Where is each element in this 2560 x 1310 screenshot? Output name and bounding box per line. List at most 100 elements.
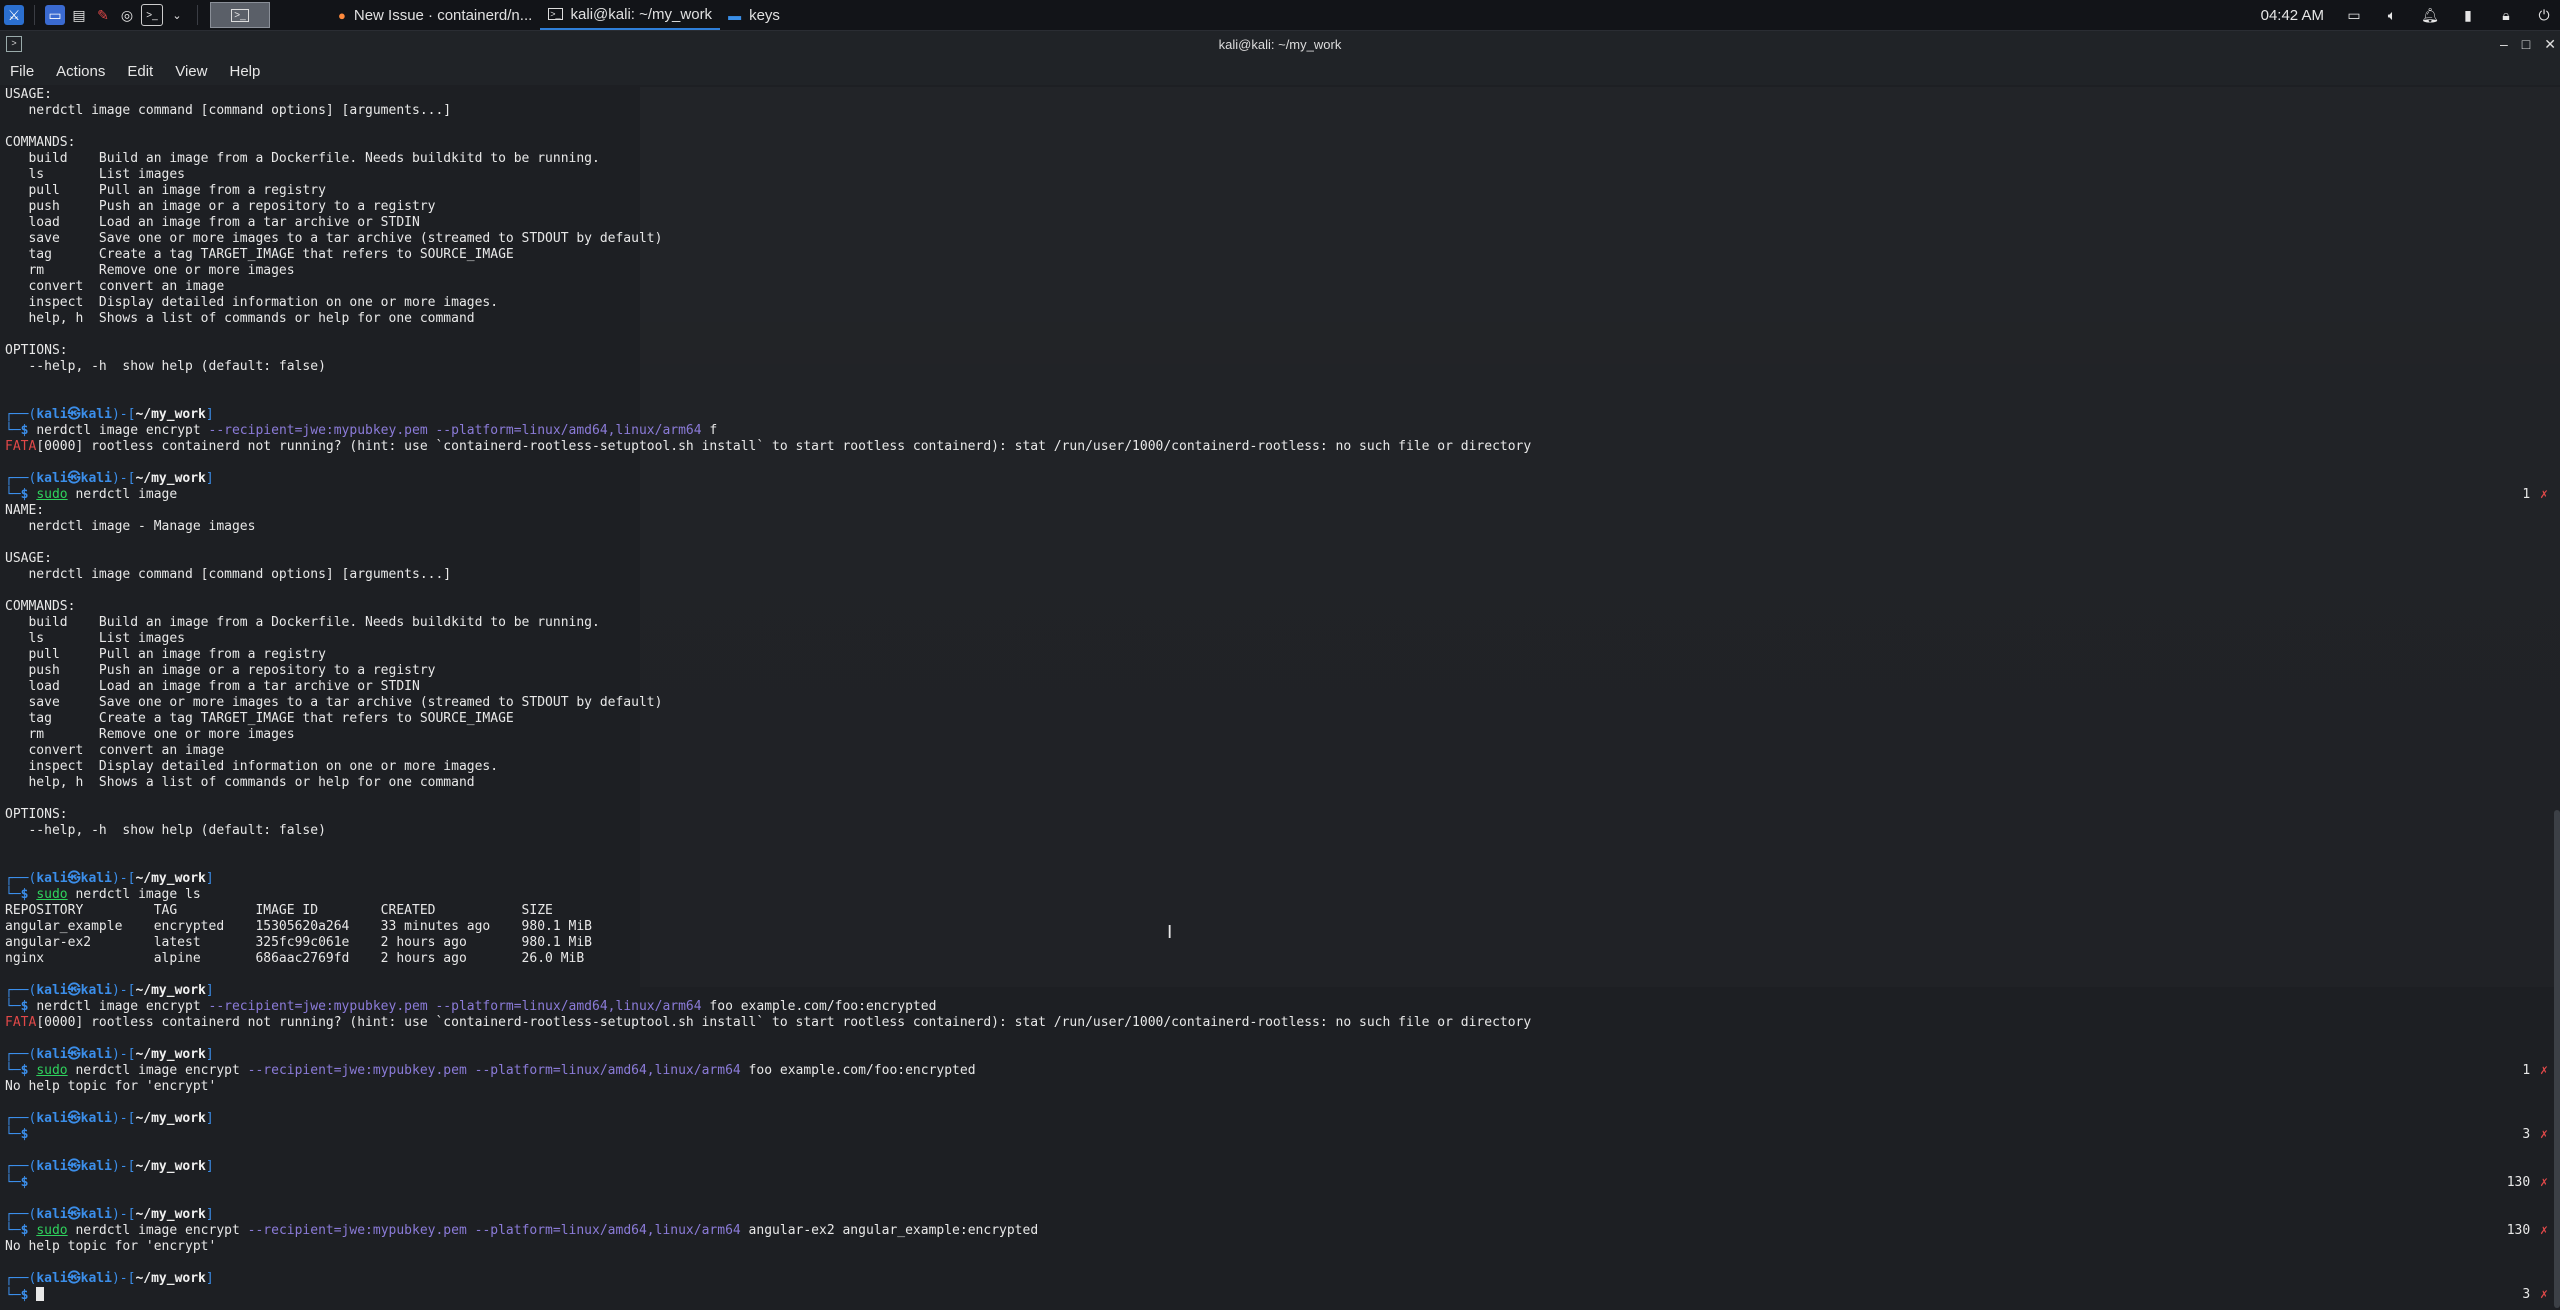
error-x-icon: ✗ (2540, 487, 2548, 502)
output-text: load Load an image from a tar archive or… (5, 679, 420, 694)
output-line: rm Remove one or more images (0, 263, 2548, 279)
prompt-bracket: ┌──( (5, 407, 37, 422)
terminal-icon[interactable]: >_ (141, 4, 163, 26)
menu-view[interactable]: View (164, 63, 218, 80)
terminal-output[interactable]: USAGE: nerdctl image command [command op… (0, 87, 2548, 1310)
lock-icon[interactable]: 🔒︎ (2498, 7, 2514, 23)
exit-code: 130 ✗ (2507, 1175, 2548, 1191)
scrollbar[interactable] (2554, 810, 2560, 1308)
task-firefox[interactable]: ● New Issue · containerd/n... (330, 0, 540, 30)
menu-help[interactable]: Help (218, 63, 271, 80)
clock[interactable]: 04:42 AM (2261, 7, 2324, 24)
prompt-dir: ~/my_work (135, 1207, 206, 1222)
task-keys[interactable]: ▬ keys (720, 0, 788, 30)
task-terminal[interactable]: >_ kali@kali: ~/my_work (540, 0, 721, 30)
output-text: convert convert an image (5, 279, 225, 294)
sudo-keyword: sudo (36, 1063, 68, 1078)
firefox-icon[interactable]: ◎ (117, 5, 137, 25)
text-editor-icon[interactable]: ✎ (93, 5, 113, 25)
volume-icon[interactable]: 🔈︎ (2384, 7, 2400, 23)
panel-separator (34, 5, 35, 25)
output-line: No help topic for 'encrypt' (0, 1239, 2548, 1255)
file-manager-icon[interactable]: ▤ (69, 5, 89, 25)
chevron-down-icon[interactable]: ⌄ (167, 5, 187, 25)
output-line: tag Create a tag TARGET_IMAGE that refer… (0, 247, 2548, 263)
prompt-bracket: ┌──( (5, 1047, 37, 1062)
sudo-keyword: sudo (36, 887, 68, 902)
maximize-icon[interactable]: □ (2522, 36, 2530, 52)
output-text: inspect Display detailed information on … (5, 759, 499, 774)
prompt-bracket: )-[ (111, 1271, 136, 1286)
prompt-dollar: $ (20, 1288, 37, 1303)
desktop-icon[interactable]: ▭ (45, 5, 65, 25)
prompt-at: ㉿ (67, 1159, 81, 1174)
task-label: kali@kali: ~/my_work (570, 5, 713, 23)
prompt-corner: └─ (5, 999, 21, 1014)
output-text: save Save one or more images to a tar ar… (5, 231, 663, 246)
error-x-icon: ✗ (2540, 1175, 2548, 1190)
menu-edit[interactable]: Edit (116, 63, 164, 80)
prompt-bracket: ┌──( (5, 1271, 37, 1286)
prompt-host: kali (80, 471, 112, 486)
prompt-dir: ~/my_work (135, 1159, 206, 1174)
output-line: COMMANDS: (0, 599, 2548, 615)
window-controls: – □ ✕ (2500, 31, 2556, 57)
prompt-bracket: ┌──( (5, 1207, 37, 1222)
output-text: help, h Shows a list of commands or help… (5, 775, 475, 790)
output-line: --help, -h show help (default: false) (0, 359, 2548, 375)
prompt-host: kali (80, 871, 112, 886)
menu-actions[interactable]: Actions (45, 63, 116, 80)
prompt-line: ┌──(kali㉿kali)-[~/my_work] (0, 1047, 2548, 1063)
close-icon[interactable]: ✕ (2544, 36, 2556, 53)
minimize-icon[interactable]: – (2500, 36, 2508, 52)
workspace-button[interactable]: >_ (210, 2, 270, 28)
output-text: save Save one or more images to a tar ar… (5, 695, 663, 710)
prompt-bracket: ] (205, 1271, 214, 1286)
prompt-corner: └─ (5, 423, 21, 438)
exit-code: 1 ✗ (2522, 1063, 2548, 1079)
prompt-host: kali (80, 983, 112, 998)
command-options: --recipient=jwe:mypubkey.pem --platform=… (208, 999, 702, 1014)
prompt-bracket: ┌──( (5, 471, 37, 486)
output-text: nerdctl image command [command options] … (5, 103, 452, 118)
output-line: convert convert an image (0, 743, 2548, 759)
output-text: pull Pull an image from a registry (5, 647, 326, 662)
power-icon[interactable]: ⏻ (2536, 7, 2552, 23)
command-options: --recipient=jwe:mypubkey.pem --platform=… (208, 423, 702, 438)
prompt-corner: └─ (5, 487, 21, 502)
prompt-line: ┌──(kali㉿kali)-[~/my_work] (0, 471, 2548, 487)
output-text: NAME: (5, 503, 45, 518)
command-args: f (701, 423, 718, 438)
prompt-line: ┌──(kali㉿kali)-[~/my_work] (0, 407, 2548, 423)
prompt-dollar: $ (20, 887, 37, 902)
output-line: nginx alpine 686aac2769fd 2 hours ago 26… (0, 951, 2548, 967)
output-text: angular_example encrypted 15305620a264 3… (5, 919, 592, 934)
command-line: └─$ 3 ✗ (0, 1287, 2548, 1303)
display-icon[interactable]: ▭ (2346, 7, 2362, 23)
output-line: --help, -h show help (default: false) (0, 823, 2548, 839)
command-args: foo example.com/foo:encrypted (740, 1063, 976, 1078)
output-line: COMMANDS: (0, 135, 2548, 151)
output-line: help, h Shows a list of commands or help… (0, 311, 2548, 327)
output-text: nerdctl image command [command options] … (5, 567, 452, 582)
output-line: OPTIONS: (0, 343, 2548, 359)
command-line: └─$ sudo nerdctl image encrypt --recipie… (0, 1223, 2548, 1239)
notification-bell-icon[interactable]: 🔔︎ (2421, 7, 2439, 23)
prompt-bracket: ┌──( (5, 983, 37, 998)
output-text: No help topic for 'encrypt' (5, 1079, 217, 1094)
battery-icon[interactable]: ▮ (2460, 7, 2476, 23)
output-line: rm Remove one or more images (0, 727, 2548, 743)
prompt-dir: ~/my_work (135, 871, 206, 886)
output-text: OPTIONS: (5, 343, 68, 358)
prompt-dir: ~/my_work (135, 1271, 206, 1286)
output-line: nerdctl image - Manage images (0, 519, 2548, 535)
kali-menu-icon[interactable]: ⚔ (4, 5, 24, 25)
window-titlebar[interactable]: > kali@kali: ~/my_work – □ ✕ (0, 31, 2560, 57)
menu-file[interactable]: File (0, 63, 45, 80)
